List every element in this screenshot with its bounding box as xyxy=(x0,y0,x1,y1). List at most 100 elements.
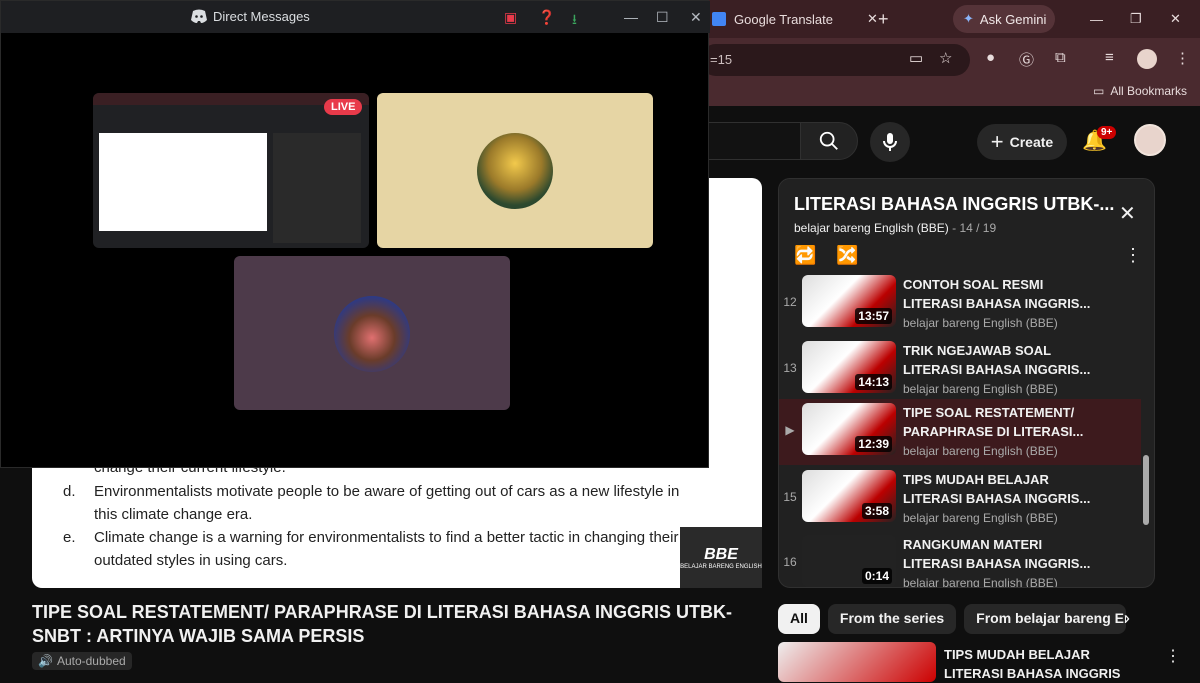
translate-icon xyxy=(712,12,726,26)
create-label: Create xyxy=(1009,134,1054,150)
extension-icon[interactable]: ● xyxy=(986,49,995,66)
tab-google-translate[interactable]: Google Translate ✕ xyxy=(712,6,878,32)
gemini-icon: ✦ xyxy=(963,11,974,26)
bbe-logo-sub: BELAJAR BARENG ENGLISH xyxy=(680,563,762,570)
download-icon[interactable]: ⭳ xyxy=(572,9,577,33)
duration: 12:39 xyxy=(855,436,892,452)
shuffle-icon[interactable]: 🔀 xyxy=(836,245,858,266)
participant-tile[interactable] xyxy=(234,256,510,410)
item-title: CONTOH SOAL RESMI LITERASI BAHASA INGGRI… xyxy=(903,277,1091,311)
item-title: TRIK NGEJAWAB SOAL LITERASI BAHASA INGGR… xyxy=(903,343,1091,377)
help-icon[interactable]: ❓ xyxy=(538,9,555,26)
stream-tile[interactable] xyxy=(93,93,369,248)
item-channel: belajar bareng English (BBE) xyxy=(903,576,1058,588)
chip-all[interactable]: All xyxy=(778,604,820,634)
thumbnail: 12:39 xyxy=(802,403,896,455)
chevron-right-icon[interactable]: › xyxy=(1124,608,1130,629)
grammarly-icon[interactable]: Ⓖ xyxy=(1019,49,1034,70)
close-window-button[interactable]: ✕ xyxy=(1170,6,1181,32)
playlist-header: LITERASI BAHASA INGGRIS UTBK-... belajar… xyxy=(779,179,1154,274)
avatar[interactable] xyxy=(1134,124,1166,156)
search-button[interactable] xyxy=(800,122,858,160)
dub-icon: 🔊 xyxy=(38,654,53,668)
stream-preview-doc xyxy=(99,133,267,231)
minimize-button[interactable]: — xyxy=(1090,6,1103,32)
star-icon[interactable]: ☆ xyxy=(939,49,952,67)
search-input[interactable] xyxy=(700,122,800,160)
item-channel: belajar bareng English (BBE) xyxy=(903,382,1058,396)
auto-dubbed-label: Auto-dubbed xyxy=(56,654,126,668)
chip-from-series[interactable]: From the series xyxy=(827,604,957,634)
chip-bar: All From the series From belajar bareng … xyxy=(778,604,1127,634)
bbe-logo-text: BBE xyxy=(704,545,738,563)
playlist-item[interactable]: 15 3:58 TIPS MUDAH BELAJAR LITERASI BAHA… xyxy=(779,466,1141,532)
item-channel: belajar bareng English (BBE) xyxy=(903,316,1058,330)
playlist-title[interactable]: LITERASI BAHASA INGGRIS UTBK-... xyxy=(794,194,1114,215)
discord-logo-icon xyxy=(191,9,207,23)
cast-icon[interactable]: ▭ xyxy=(909,49,923,67)
doc-marker: d. xyxy=(63,483,76,500)
thumbnail: 0:14 xyxy=(802,535,896,587)
item-title: TIPS MUDAH BELAJAR LITERASI BAHASA INGGR… xyxy=(903,472,1091,506)
recommended-thumbnail[interactable] xyxy=(778,642,936,682)
play-indicator-icon: ▶ xyxy=(785,423,795,437)
doc-line: Climate change is a warning for environm… xyxy=(94,529,679,546)
playlist-scrollbar[interactable] xyxy=(1143,455,1149,525)
new-tab-button[interactable]: + xyxy=(878,6,889,32)
close-icon[interactable]: ✕ xyxy=(1119,201,1136,226)
duration: 14:13 xyxy=(855,374,892,390)
playlist-item[interactable]: 16 0:14 RANGKUMAN MATERI LITERASI BAHASA… xyxy=(779,531,1141,588)
thumbnail: 3:58 xyxy=(802,470,896,522)
avatar xyxy=(477,133,553,209)
voice-search-button[interactable] xyxy=(870,122,910,162)
discord-title-bar xyxy=(1,1,710,33)
notification-badge: 9+ xyxy=(1097,126,1117,139)
playlist-channel[interactable]: belajar bareng English (BBE) xyxy=(794,221,949,235)
puzzle-icon[interactable]: ⧉ xyxy=(1055,49,1066,66)
maximize-button[interactable]: ☐ xyxy=(656,9,669,26)
thumbnail: 13:57 xyxy=(802,275,896,327)
more-icon[interactable]: ⋮ xyxy=(1165,646,1181,666)
address-bar[interactable]: =15 xyxy=(700,44,970,76)
doc-line: outdated styles in using cars. xyxy=(94,552,288,569)
chip-from-channel[interactable]: From belajar bareng Engli xyxy=(964,604,1127,634)
item-index: 13 xyxy=(783,361,797,375)
close-icon[interactable]: ✕ xyxy=(867,11,878,27)
ask-gemini-button[interactable]: ✦ Ask Gemini xyxy=(953,5,1055,33)
item-index: 16 xyxy=(783,555,797,569)
recommended-title[interactable]: TIPS MUDAH BELAJAR LITERASI BAHASA INGGR… xyxy=(944,645,1124,683)
restore-button[interactable]: ❐ xyxy=(1130,6,1142,32)
all-bookmarks[interactable]: ▭ All Bookmarks xyxy=(1093,84,1187,98)
discord-popout-window: Direct Messages ▣ ❓ ⭳ — ☐ ✕ LIVE xyxy=(0,0,710,468)
playlist-item-active[interactable]: ▶ 12:39 TIPE SOAL RESTATEMENT/ PARAPHRAS… xyxy=(779,399,1141,465)
profile-avatar[interactable] xyxy=(1137,49,1157,69)
playlist-panel: LITERASI BAHASA INGGRIS UTBK-... belajar… xyxy=(778,178,1155,588)
loop-icon[interactable]: 🔁 xyxy=(794,245,816,266)
close-window-button[interactable]: ✕ xyxy=(690,9,702,26)
search-icon xyxy=(819,131,838,150)
item-title: TIPE SOAL RESTATEMENT/ PARAPHRASE DI LIT… xyxy=(903,405,1084,439)
media-icon[interactable]: ≡ xyxy=(1105,49,1114,66)
address-text: =15 xyxy=(710,52,733,67)
menu-icon[interactable]: ⋮ xyxy=(1175,49,1190,67)
item-index: 12 xyxy=(783,295,797,309)
video-title: TIPE SOAL RESTATEMENT/ PARAPHRASE DI LIT… xyxy=(32,602,733,646)
playlist-item[interactable]: 12 13:57 CONTOH SOAL RESMI LITERASI BAHA… xyxy=(779,271,1141,337)
auto-dubbed-badge: 🔊 Auto-dubbed xyxy=(32,652,132,670)
live-badge: LIVE xyxy=(324,99,363,115)
create-button[interactable]: + Create xyxy=(977,124,1067,160)
all-bookmarks-label: All Bookmarks xyxy=(1110,84,1188,98)
doc-line: this climate change era. xyxy=(94,506,253,523)
playlist-subtitle: belajar bareng English (BBE) - 14 / 19 xyxy=(794,221,996,235)
ask-gemini-label: Ask Gemini xyxy=(979,11,1047,27)
item-title: RANGKUMAN MATERI LITERASI BAHASA INGGRIS… xyxy=(903,537,1091,571)
minimize-button[interactable]: — xyxy=(624,9,638,25)
plus-icon: + xyxy=(990,129,1004,154)
thumbnail: 14:13 xyxy=(802,341,896,393)
screen-share-icon[interactable]: ▣ xyxy=(504,9,517,26)
item-channel: belajar bareng English (BBE) xyxy=(903,511,1058,525)
playlist-item[interactable]: 13 14:13 TRIK NGEJAWAB SOAL LITERASI BAH… xyxy=(779,337,1141,403)
more-icon[interactable]: ⋮ xyxy=(1124,245,1142,266)
playlist-controls: 🔁 🔀 xyxy=(794,245,859,266)
participant-tile[interactable] xyxy=(377,93,653,248)
